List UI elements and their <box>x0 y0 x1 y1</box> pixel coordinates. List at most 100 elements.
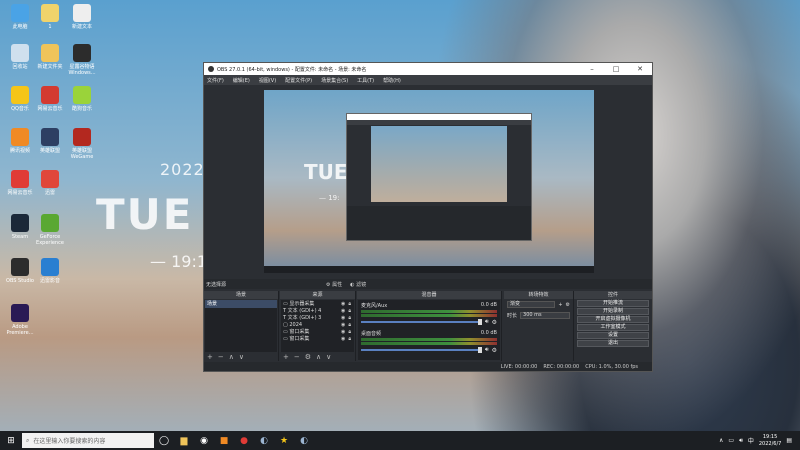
desktop-icon[interactable]: 新建文件夹 <box>32 44 68 70</box>
netease-music-icon[interactable]: ● <box>234 431 254 450</box>
nested-menubar <box>347 120 531 125</box>
move-down-icon[interactable]: ∨ <box>326 353 331 361</box>
desktop-icon[interactable]: 酷狗音乐 <box>64 86 100 112</box>
add-source-button[interactable]: + <box>283 353 289 361</box>
move-up-icon[interactable]: ∧ <box>229 353 234 361</box>
volume-slider[interactable] <box>361 347 482 353</box>
exit-button[interactable]: 退出 <box>577 340 649 347</box>
menu-tools[interactable]: 工具(T) <box>357 77 374 84</box>
lock-icon[interactable]: 🔒︎ <box>348 301 351 307</box>
task-view-icon[interactable]: ◯ <box>154 431 174 450</box>
start-recording-button[interactable]: 开始录制 <box>577 308 649 315</box>
cpu-indicator: CPU: 1.0%, 30.00 fps <box>585 363 638 370</box>
desktop-icon[interactable]: 迅雷 <box>32 170 68 196</box>
star-icon[interactable]: ★ <box>274 431 294 450</box>
taskbar-search[interactable]: ⌕ 在这里输入你要搜索的内容 <box>22 433 154 448</box>
menu-view[interactable]: 视图(V) <box>259 77 276 84</box>
menu-bar: 文件(F) 编辑(E) 视图(V) 配置文件(P) 场景集合(S) 工具(T) … <box>204 75 652 85</box>
settings-button[interactable]: 设置 <box>577 332 649 339</box>
visibility-icon[interactable]: ◉ <box>341 336 345 342</box>
gear-icon[interactable]: ⚙ <box>566 302 570 308</box>
source-item[interactable]: T 文本 (GDI+) 3 ◉ 🔒︎ <box>281 314 354 322</box>
desktop-icon[interactable]: 英雄联盟WeGame <box>64 128 100 160</box>
volume-meter <box>361 310 497 313</box>
desktop-icon[interactable]: 英雄联盟 <box>32 128 68 154</box>
steam-icon[interactable]: ◐ <box>254 431 274 450</box>
transition-select[interactable]: 渐变 <box>507 301 556 308</box>
network-icon[interactable]: ▭ <box>728 437 734 444</box>
taskbar-clock[interactable]: 19:15 2022/6/7 <box>759 434 781 448</box>
remove-source-button[interactable]: − <box>294 353 300 361</box>
lock-icon[interactable]: 🔒︎ <box>348 329 351 335</box>
visibility-icon[interactable]: ◉ <box>341 301 345 307</box>
notification-icon[interactable]: ▤ <box>786 437 792 444</box>
app-icon[interactable]: ■ <box>214 431 234 450</box>
desktop-icon-label: 英雄联盟 <box>39 148 60 154</box>
preview-canvas[interactable]: TUE — 19: <box>264 90 594 273</box>
app-icon <box>41 86 59 104</box>
add-scene-button[interactable]: + <box>207 353 213 361</box>
move-up-icon[interactable]: ∧ <box>316 353 321 361</box>
desktop-icon[interactable]: 1 <box>32 4 68 30</box>
remove-scene-button[interactable]: − <box>218 353 224 361</box>
lock-icon[interactable]: 🔒︎ <box>348 322 351 328</box>
desktop-icon[interactable]: Adobe Premiere... <box>2 304 38 336</box>
menu-help[interactable]: 帮助(H) <box>383 77 401 84</box>
menu-profile[interactable]: 配置文件(P) <box>285 77 312 84</box>
slider-knob[interactable] <box>477 319 482 325</box>
visibility-icon[interactable]: ◉ <box>341 308 345 314</box>
steam-icon[interactable]: ◐ <box>294 431 314 450</box>
source-item[interactable]: ▭ 窗口采集 ◉ 🔒︎ <box>281 328 354 336</box>
desktop-icon[interactable]: 迅雷影音 <box>32 258 68 284</box>
gear-icon[interactable]: ⚙ <box>492 347 497 354</box>
duration-input[interactable]: 300 ms <box>520 312 570 319</box>
desktop-icon[interactable]: 网易云音乐 <box>32 86 68 112</box>
lock-icon[interactable]: 🔒︎ <box>348 336 351 342</box>
minimize-button[interactable]: – <box>580 65 604 73</box>
menu-scene-collection[interactable]: 场景集合(S) <box>321 77 348 84</box>
start-streaming-button[interactable]: 开始推流 <box>577 300 649 307</box>
search-placeholder: 在这里输入你要搜索的内容 <box>33 438 106 445</box>
lock-icon[interactable]: 🔒︎ <box>348 308 351 314</box>
scenes-dock: 场景 场景 + − ∧ ∨ <box>204 291 279 361</box>
move-down-icon[interactable]: ∨ <box>239 353 244 361</box>
speaker-icon[interactable]: 🔊︎ <box>485 318 489 326</box>
studio-mode-button[interactable]: 工作室模式 <box>577 324 649 331</box>
lock-icon[interactable]: 🔒︎ <box>348 315 351 321</box>
maximize-button[interactable]: □ <box>604 65 628 73</box>
chevron-up-icon[interactable]: ∧ <box>719 437 723 444</box>
start-button[interactable]: ⊞ <box>0 431 22 450</box>
obs-titlebar[interactable]: OBS 27.0.1 (64-bit, windows) - 配置文件: 未命名… <box>204 63 652 75</box>
visibility-icon[interactable]: ◉ <box>341 329 345 335</box>
desktop-icon[interactable]: 星露谷物语 Windows... <box>64 44 100 76</box>
window-title: OBS 27.0.1 (64-bit, windows) - 配置文件: 未命名… <box>217 66 367 73</box>
desktop-icon[interactable]: 新建文本 <box>64 4 100 30</box>
menu-file[interactable]: 文件(F) <box>207 77 224 84</box>
add-icon[interactable]: + <box>558 302 562 308</box>
input-method[interactable]: 中 <box>748 436 754 445</box>
scene-item[interactable]: 场景 <box>205 300 277 308</box>
preview-clock-day: TUE <box>304 160 348 184</box>
filters-button[interactable]: ◐ 滤镜 <box>350 281 366 288</box>
volume-icon[interactable]: 🔊︎ <box>739 437 743 445</box>
gear-icon[interactable]: ⚙ <box>492 319 497 326</box>
visibility-icon[interactable]: ◉ <box>341 322 345 328</box>
visibility-icon[interactable]: ◉ <box>341 315 345 321</box>
source-item[interactable]: ▢ 2024 ◉ 🔒︎ <box>281 321 354 328</box>
close-button[interactable]: ✕ <box>628 65 652 73</box>
desktop-icon-label: Adobe Premiere... <box>6 324 34 336</box>
obs-taskbar-icon[interactable]: ◉ <box>194 431 214 450</box>
volume-slider[interactable] <box>361 319 482 325</box>
source-item[interactable]: T 文本 (GDI+) 4 ◉ 🔒︎ <box>281 307 354 315</box>
app-icon <box>11 44 29 62</box>
properties-button[interactable]: ⚙ 属性 <box>326 281 342 288</box>
source-item[interactable]: ▭ 窗口采集 ◉ 🔒︎ <box>281 335 354 343</box>
slider-knob[interactable] <box>477 347 482 353</box>
menu-edit[interactable]: 编辑(E) <box>233 77 250 84</box>
speaker-icon[interactable]: 🔊︎ <box>485 346 489 354</box>
start-virtual-camera-button[interactable]: 开启虚拟摄像机 <box>577 316 649 323</box>
source-item[interactable]: ▭ 显示器采集 ◉ 🔒︎ <box>281 300 354 308</box>
desktop-icon[interactable]: GeForce Experience <box>32 214 68 246</box>
source-properties-icon[interactable]: ⚙ <box>305 353 311 361</box>
file-explorer-icon[interactable]: ▆ <box>174 431 194 450</box>
